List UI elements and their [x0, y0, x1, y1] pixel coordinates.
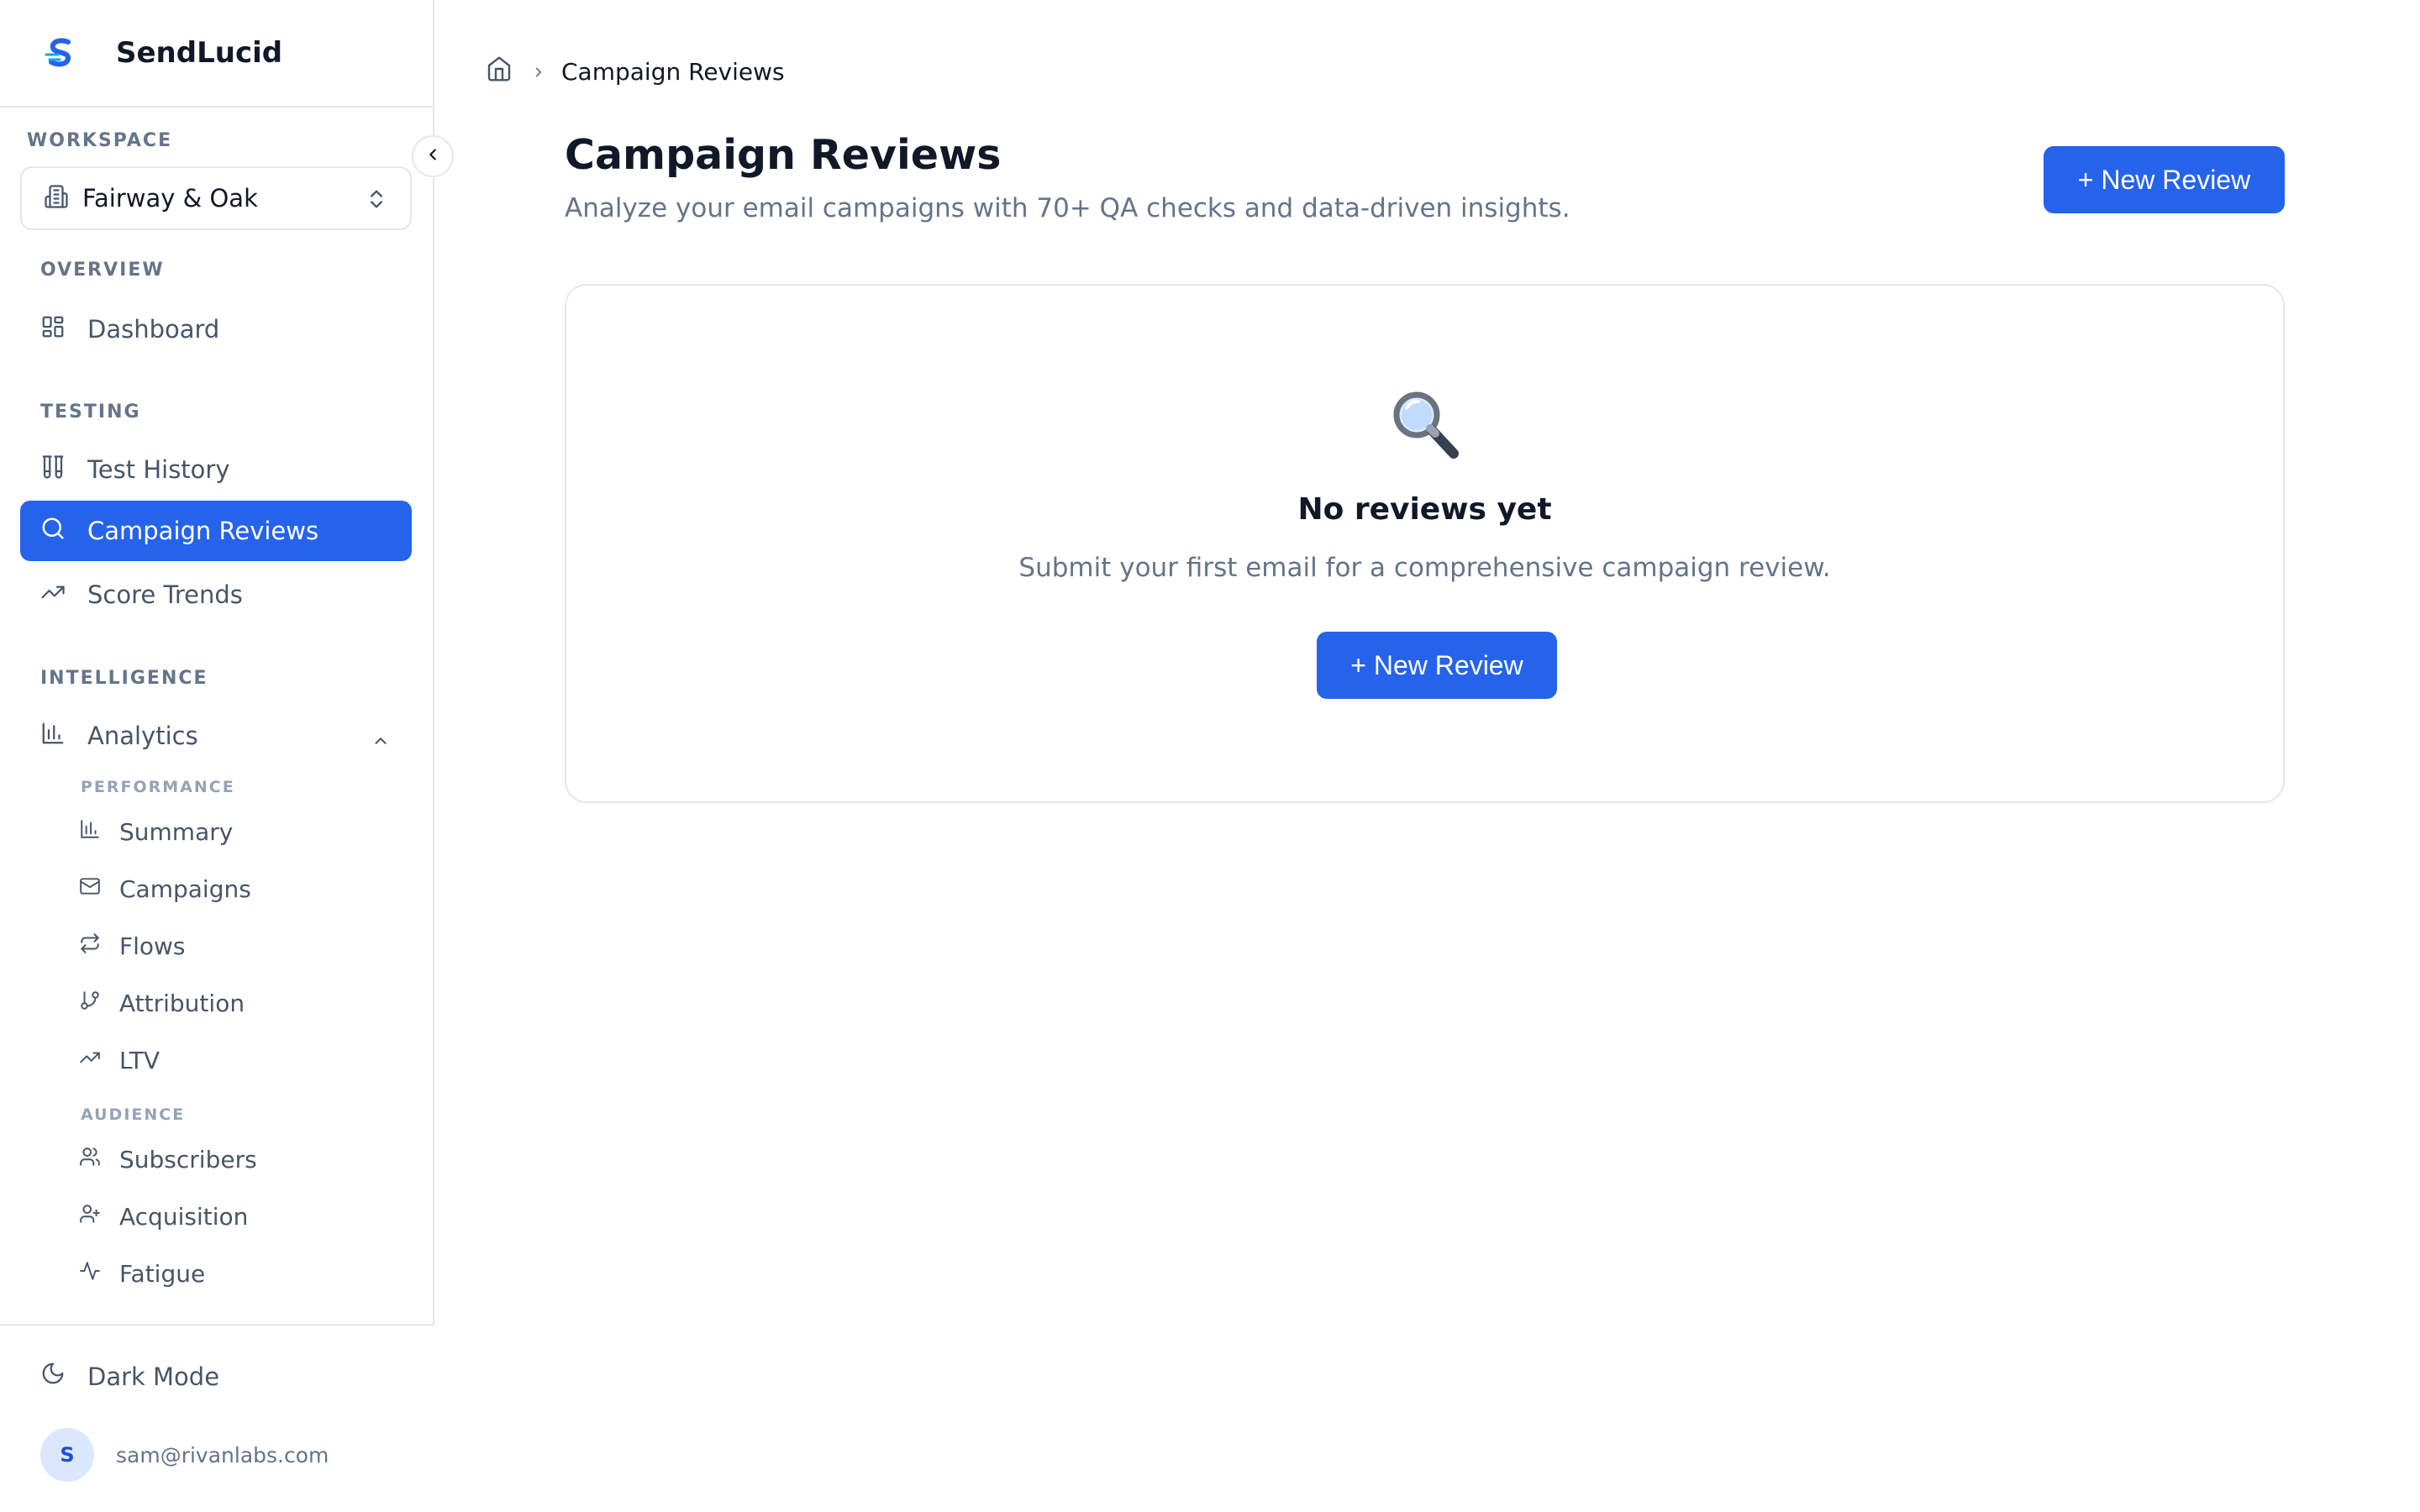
- performance-section-title: PERFORMANCE: [81, 778, 235, 796]
- empty-state-text: Submit your first email for a comprehens…: [1018, 553, 1831, 583]
- sidebar-item-label: Analytics: [87, 722, 198, 750]
- sidebar-item-label: Test History: [87, 455, 230, 484]
- sidebar-item-label: Subscribers: [119, 1145, 257, 1173]
- chevron-up-icon: [371, 727, 390, 756]
- sidebar-footer: Dark Mode S sam@rivanlabs.com: [0, 1324, 434, 1512]
- user-plus-icon: [79, 1203, 101, 1231]
- sidebar-item-flows[interactable]: Flows: [60, 916, 413, 976]
- workspace-section-title: WORKSPACE: [27, 130, 173, 151]
- trending-up-icon: [40, 580, 66, 611]
- sidebar: SendLucid WORKSPACE Fairway & Oak OVERVI…: [0, 0, 434, 1512]
- arrow-left-right-icon: [79, 932, 101, 960]
- building-icon: [44, 184, 69, 213]
- collapse-sidebar-button[interactable]: [412, 135, 454, 177]
- sidebar-item-label: Acquisition: [119, 1202, 249, 1231]
- bar-chart-icon: [79, 818, 101, 846]
- empty-state-card: No reviews yet Submit your first email f…: [565, 284, 2285, 803]
- sidebar-item-label: Summary: [119, 817, 234, 846]
- sidebar-item-dashboard[interactable]: Dashboard: [20, 299, 412, 360]
- git-branch-icon: [79, 990, 101, 1017]
- brand-name[interactable]: SendLucid: [116, 36, 282, 70]
- activity-icon: [79, 1260, 101, 1288]
- sidebar-item-label: Attribution: [119, 989, 245, 1017]
- search-icon: [40, 516, 66, 547]
- sendlucid-logo-icon[interactable]: [40, 33, 81, 73]
- avatar: S: [40, 1428, 94, 1482]
- chevron-left-icon: [424, 145, 442, 167]
- dark-mode-toggle[interactable]: Dark Mode: [40, 1361, 219, 1392]
- sidebar-item-score-trends[interactable]: Score Trends: [20, 564, 412, 625]
- moon-icon: [40, 1361, 66, 1392]
- main-content: Campaign Reviews Campaign Reviews Analyz…: [435, 0, 2420, 1512]
- empty-state-title: No reviews yet: [1297, 492, 1552, 527]
- overview-section-title: OVERVIEW: [40, 260, 165, 281]
- testing-section-title: TESTING: [40, 402, 141, 423]
- layout-dashboard-icon: [40, 314, 66, 345]
- workspace-selector[interactable]: Fairway & Oak: [20, 166, 412, 230]
- new-review-button[interactable]: + New Review: [2044, 146, 2285, 213]
- sidebar-item-label: Campaign Reviews: [87, 517, 319, 545]
- sidebar-item-label: Score Trends: [87, 580, 243, 609]
- chevrons-up-down-icon: [365, 186, 388, 215]
- workspace-name: Fairway & Oak: [82, 184, 258, 213]
- sidebar-item-summary[interactable]: Summary: [60, 801, 413, 862]
- sidebar-item-analytics[interactable]: Analytics: [20, 706, 412, 766]
- test-tubes-icon: [40, 454, 66, 486]
- breadcrumb: Campaign Reviews: [486, 55, 785, 88]
- breadcrumb-current: Campaign Reviews: [561, 58, 785, 86]
- sidebar-item-label: Campaigns: [119, 874, 251, 903]
- page-subtitle: Analyze your email campaigns with 70+ QA…: [565, 193, 1570, 223]
- sidebar-item-test-history[interactable]: Test History: [20, 439, 412, 500]
- empty-state-new-review-button[interactable]: + New Review: [1317, 632, 1557, 699]
- chevron-right-icon: [531, 65, 546, 80]
- sidebar-item-ltv[interactable]: LTV: [60, 1030, 413, 1090]
- bar-chart-icon: [40, 721, 66, 752]
- page-title: Campaign Reviews: [565, 131, 1002, 179]
- sidebar-item-label: LTV: [119, 1046, 160, 1074]
- sidebar-item-campaign-reviews[interactable]: Campaign Reviews: [20, 501, 412, 561]
- mail-icon: [79, 875, 101, 903]
- sidebar-item-attribution[interactable]: Attribution: [60, 973, 413, 1033]
- sidebar-item-acquisition[interactable]: Acquisition: [60, 1186, 413, 1247]
- magnifier-icon: [566, 386, 2283, 464]
- users-icon: [79, 1146, 101, 1173]
- sidebar-item-fatigue[interactable]: Fatigue: [60, 1243, 413, 1304]
- sidebar-item-label: Flows: [119, 932, 186, 960]
- user-email: sam@rivanlabs.com: [116, 1442, 329, 1467]
- brand-header: SendLucid: [0, 0, 433, 108]
- sidebar-item-campaigns[interactable]: Campaigns: [60, 858, 413, 919]
- user-menu[interactable]: S sam@rivanlabs.com: [40, 1428, 329, 1482]
- audience-section-title: AUDIENCE: [81, 1105, 186, 1124]
- sidebar-item-label: Dashboard: [87, 315, 220, 344]
- sidebar-item-label: Fatigue: [119, 1259, 206, 1288]
- trending-up-icon: [79, 1047, 101, 1074]
- home-icon[interactable]: [486, 55, 513, 88]
- dark-mode-label: Dark Mode: [87, 1362, 220, 1391]
- sidebar-item-subscribers[interactable]: Subscribers: [60, 1129, 413, 1189]
- intelligence-section-title: INTELLIGENCE: [40, 668, 208, 689]
